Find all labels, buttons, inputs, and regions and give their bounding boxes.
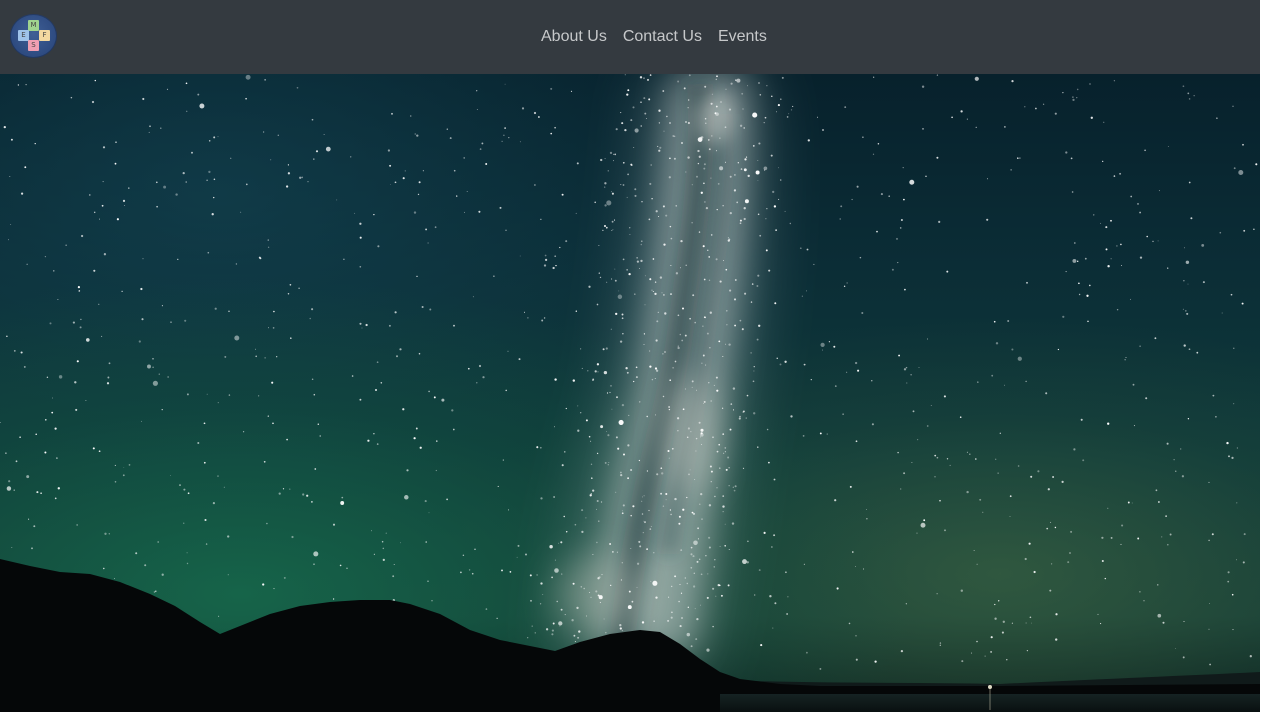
logo-letter-f: F bbox=[39, 30, 50, 41]
brand-logo[interactable]: M E F S bbox=[10, 14, 57, 58]
nav-link-contact-us[interactable]: Contact Us bbox=[615, 28, 710, 46]
page: M E F S About Us Contact Us Events bbox=[0, 0, 1261, 712]
nav-link-about-us[interactable]: About Us bbox=[533, 28, 615, 46]
hero-background-image bbox=[0, 74, 1260, 712]
mountain-silhouette bbox=[0, 559, 1260, 712]
nav-links: About Us Contact Us Events bbox=[533, 0, 775, 74]
top-navbar: M E F S About Us Contact Us Events bbox=[0, 0, 1260, 74]
logo-letter-m: M bbox=[28, 20, 39, 31]
nav-link-events[interactable]: Events bbox=[710, 28, 775, 46]
logo-letter-s: S bbox=[28, 40, 39, 51]
